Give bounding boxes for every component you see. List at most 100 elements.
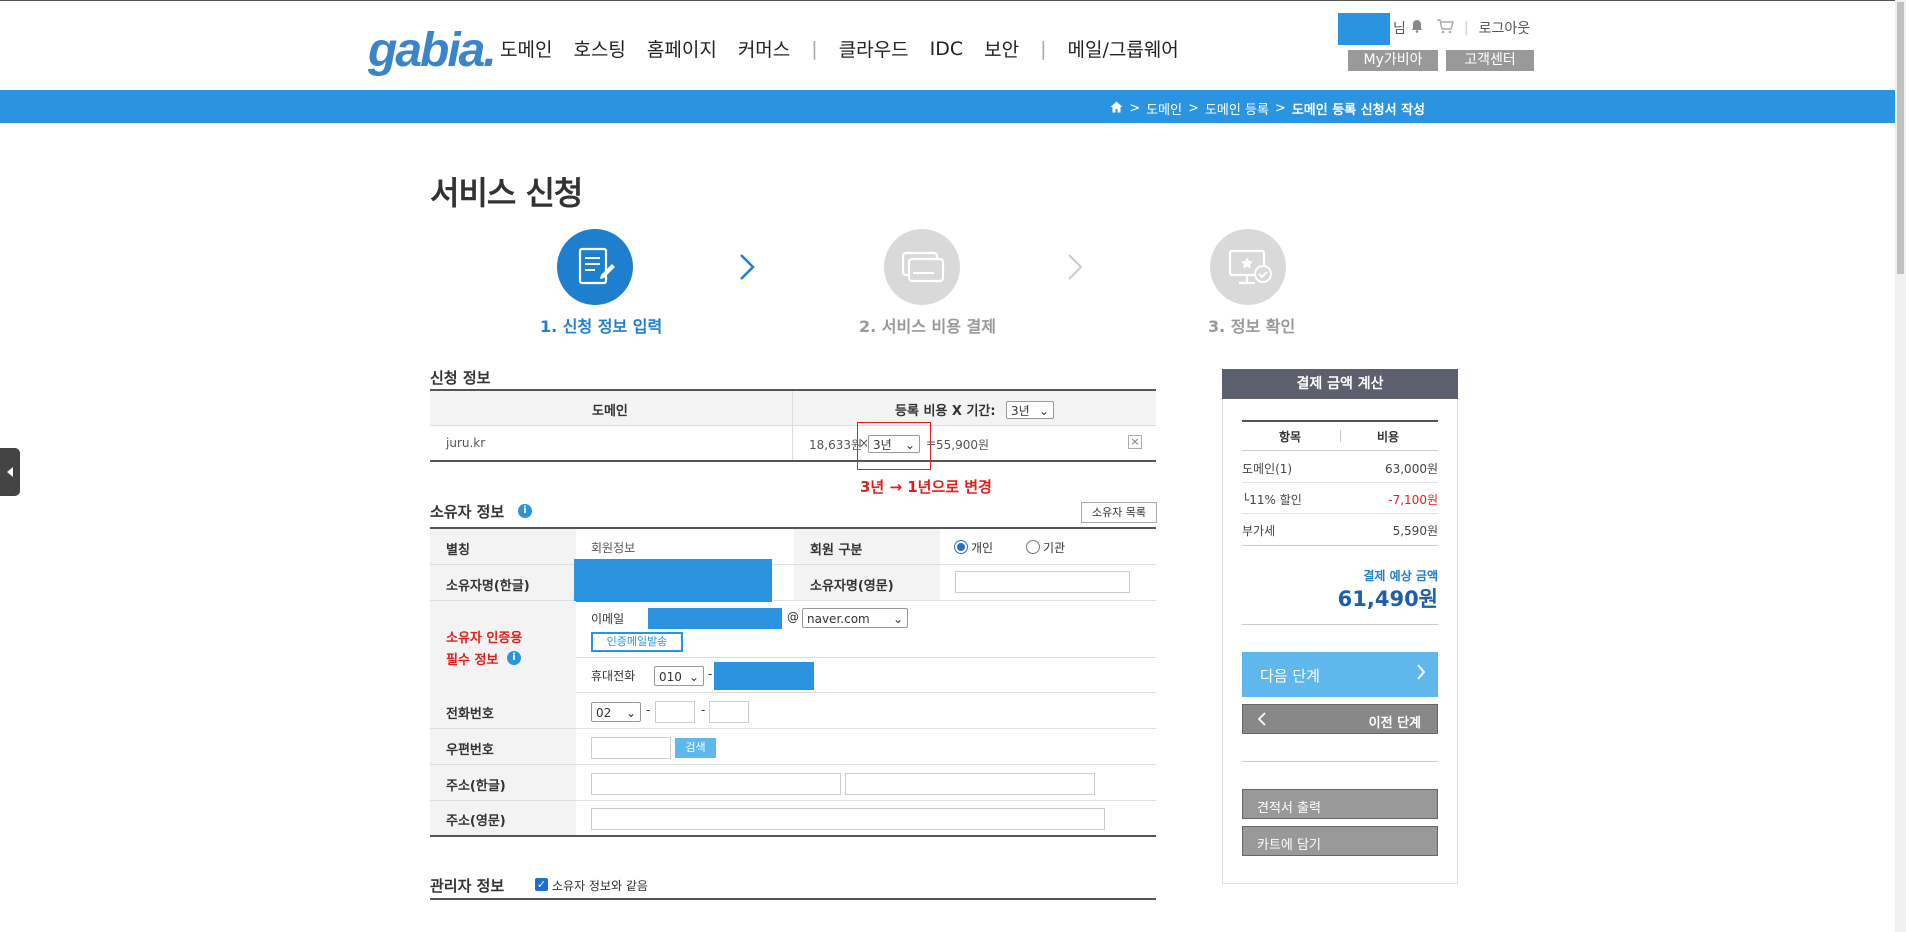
step-arrow-icon: [1066, 252, 1084, 286]
mobile-prefix-select[interactable]: 010 ⌄: [654, 666, 704, 686]
logout-link[interactable]: 로그아웃: [1479, 18, 1531, 38]
name-en-label: 소유자명(영문): [810, 579, 894, 594]
equals-sign: =: [926, 436, 937, 450]
customer-center-button[interactable]: 고객센터: [1446, 50, 1534, 71]
payment-row-value: 63,000원: [1384, 462, 1438, 476]
next-step-button[interactable]: 다음 단계: [1242, 652, 1438, 697]
email-domain-select[interactable]: naver.com ⌄: [802, 608, 908, 628]
print-quote-label: 견적서 출력: [1257, 801, 1321, 816]
prev-step-button[interactable]: 이전 단계: [1242, 704, 1438, 734]
dash: -: [708, 667, 713, 681]
payment-row-domain: 도메인(1) 63,000원: [1242, 460, 1438, 477]
top-links: 님 | 로그아웃: [1393, 18, 1530, 38]
nav-item-security[interactable]: 보안: [984, 35, 1019, 62]
phone-last-input[interactable]: [709, 701, 749, 723]
breadcrumb-separator: >: [1188, 101, 1199, 116]
payment-topline: [1242, 420, 1438, 422]
annotation-box: [857, 422, 931, 470]
payment-col-sep: [1340, 430, 1341, 442]
nav-item-mail-groupware[interactable]: 메일/그룹웨어: [1068, 35, 1179, 62]
nav-item-hosting[interactable]: 호스팅: [573, 35, 625, 62]
payment-row-discount: └11% 할인 -7,100원: [1242, 491, 1438, 508]
apply-info-title: 신청 정보: [430, 369, 491, 387]
bell-icon[interactable]: [1410, 19, 1424, 37]
owner-list-button[interactable]: 소유자 목록: [1081, 502, 1157, 523]
member-type-org-label[interactable]: 기관: [1043, 539, 1065, 556]
payment-row-vat: 부가세 5,590원: [1242, 522, 1438, 539]
step-2-label: 2. 서비스 비용 결제: [859, 317, 996, 336]
breadcrumb-item-domain-register[interactable]: 도메인 등록: [1205, 99, 1269, 118]
dash: -: [646, 703, 651, 717]
payment-row-label: 부가세: [1242, 524, 1276, 538]
chevron-down-icon: ⌄: [892, 612, 903, 626]
expected-total: 61,490원: [1337, 587, 1438, 611]
owner-info-title: 소유자 정보: [430, 503, 505, 521]
unit-price: 18,633원: [809, 438, 863, 452]
nav-item-commerce[interactable]: 커머스: [738, 35, 790, 62]
dash: -: [701, 703, 706, 717]
member-type-personal-radio[interactable]: [954, 540, 968, 554]
breadcrumb-bar: > 도메인 > 도메인 등록 > 도메인 등록 신청서 작성: [0, 90, 1895, 123]
cart-icon[interactable]: [1436, 18, 1454, 38]
payment-row-line: [1242, 482, 1438, 483]
chevron-down-icon: ⌄: [688, 670, 699, 684]
breadcrumb-separator: >: [1274, 101, 1286, 116]
nav-item-idc[interactable]: IDC: [930, 38, 964, 60]
owner-info-bottomline: [430, 835, 1156, 837]
member-type-personal-label[interactable]: 개인: [971, 539, 993, 556]
chevron-down-icon: ⌄: [625, 706, 636, 720]
row-divider: [576, 800, 1156, 801]
email-id-redacted: [648, 608, 782, 629]
period-select-all[interactable]: 3년 ⌄: [1006, 400, 1054, 419]
nav-item-homepage[interactable]: 홈페이지: [647, 35, 717, 62]
addr-kr-input-2[interactable]: [845, 773, 1095, 795]
phone-middle-input[interactable]: [655, 701, 695, 723]
toplinks-separator: |: [1463, 20, 1469, 36]
print-quote-button[interactable]: 견적서 출력: [1242, 789, 1438, 819]
info-icon[interactable]: i: [507, 651, 521, 665]
row-label-bg: [430, 601, 576, 694]
credit-card-icon: [901, 251, 945, 283]
expected-label: 결제 예상 금액: [1363, 569, 1438, 583]
name-en-input[interactable]: [955, 571, 1130, 593]
col-divider: [792, 391, 793, 461]
user-name-redacted: [1338, 13, 1390, 45]
apply-info-bottomline: [430, 460, 1156, 462]
phone-prefix-select[interactable]: 02 ⌄: [591, 702, 641, 722]
prev-step-label: 이전 단계: [1368, 716, 1421, 731]
my-gabia-button[interactable]: My가비아: [1348, 50, 1438, 71]
main-nav: 도메인 호스팅 홈페이지 커머스 | 클라우드 IDC 보안 | 메일/그룹웨어: [500, 35, 1200, 62]
side-panel-toggle[interactable]: [0, 448, 20, 496]
same-as-owner-checkbox[interactable]: ✓: [535, 878, 548, 891]
nav-item-cloud[interactable]: 클라우드: [839, 35, 909, 62]
step-3-label: 3. 정보 확인: [1208, 317, 1296, 336]
info-icon[interactable]: i: [518, 504, 532, 518]
addr-en-input[interactable]: [591, 808, 1105, 830]
scrollbar-thumb[interactable]: [1897, 2, 1904, 274]
remove-domain-button[interactable]: ×: [1128, 435, 1142, 449]
nav-item-domain[interactable]: 도메인: [500, 35, 552, 62]
zip-input[interactable]: [591, 737, 671, 759]
page-title: 서비스 신청: [430, 174, 583, 212]
breadcrumb-item-domain[interactable]: 도메인: [1146, 99, 1182, 118]
payment-row-label: 도메인(1): [1242, 462, 1293, 476]
home-icon[interactable]: [1110, 101, 1123, 117]
same-as-owner-label[interactable]: 소유자 정보와 같음: [552, 877, 648, 894]
form-edit-icon: [578, 247, 615, 285]
name-kr-redacted: [574, 559, 772, 602]
add-to-cart-button[interactable]: 카트에 담기: [1242, 826, 1438, 856]
addr-kr-label: 주소(한글): [446, 779, 506, 794]
zip-search-button[interactable]: 검색: [675, 738, 716, 758]
addr-kr-input-1[interactable]: [591, 773, 841, 795]
user-suffix: 님: [1393, 21, 1406, 37]
member-type-org-radio[interactable]: [1026, 540, 1040, 554]
step-2-circle: [884, 229, 960, 305]
next-step-label: 다음 단계: [1260, 667, 1320, 685]
gabia-logo[interactable]: gabia.: [368, 23, 497, 78]
step-3-circle: [1210, 229, 1286, 305]
payment-col-cost: 비용: [1377, 430, 1400, 444]
payment-col-item: 항목: [1279, 430, 1302, 444]
chevron-down-icon: ⌄: [1038, 404, 1049, 418]
mobile-number-redacted: [714, 662, 814, 690]
send-auth-mail-button[interactable]: 인증메일발송: [591, 632, 683, 652]
